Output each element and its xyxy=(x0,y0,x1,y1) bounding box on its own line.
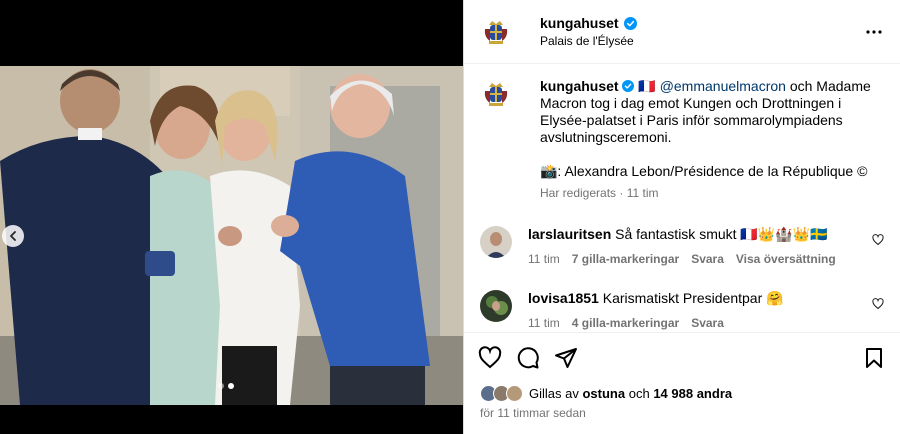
likes-count[interactable]: 14 988 andra xyxy=(653,386,732,401)
caption-flag: 🇫🇷 xyxy=(638,78,656,94)
comment-item: larslauritsen Så fantastisk smukt 🇫🇷👑🏰👑🇸… xyxy=(480,226,884,266)
post-media xyxy=(0,0,463,434)
comment-translate-button[interactable]: Visa översättning xyxy=(736,252,836,266)
post-timestamp[interactable]: för 11 timmar sedan xyxy=(464,404,900,434)
chevron-left-icon xyxy=(10,231,16,241)
comment-meta: 11 tim 4 gilla-markeringar Svara xyxy=(528,316,884,330)
comment-username[interactable]: larslauritsen xyxy=(528,226,611,242)
carousel-previous-button[interactable] xyxy=(2,225,24,247)
comment-item: lovisa1851 Karismatiskt Presidentpar 🤗 1… xyxy=(480,290,884,330)
save-button[interactable] xyxy=(862,346,886,370)
action-bar xyxy=(464,332,900,382)
more-options-button[interactable] xyxy=(862,20,886,44)
instagram-post: kungahuset Palais de l'Élysée kungahuset… xyxy=(0,0,900,434)
heart-icon xyxy=(872,234,884,246)
comment-text: Karismatiskt Presidentpar 🤗 xyxy=(602,290,784,306)
comment-meta: 11 tim 7 gilla-markeringar Svara Visa öv… xyxy=(528,252,884,266)
carousel-dot xyxy=(218,383,224,389)
user-photo-icon xyxy=(480,226,512,258)
post-caption: kungahuset 🇫🇷 @emmanuelmacron och Madame… xyxy=(480,78,884,202)
comment-button[interactable] xyxy=(516,346,540,370)
comment-like-button[interactable] xyxy=(872,234,884,249)
liker-avatar xyxy=(506,384,523,402)
likes-summary: Gillas av ostuna och 14 988 andra xyxy=(464,382,900,404)
like-button[interactable] xyxy=(478,345,502,370)
comments-section: kungahuset 🇫🇷 @emmanuelmacron och Madame… xyxy=(464,64,900,332)
comment-avatar[interactable] xyxy=(480,226,512,258)
comment-username[interactable]: lovisa1851 xyxy=(528,290,599,306)
comment-icon xyxy=(517,346,539,368)
post-sidebar: kungahuset Palais de l'Élysée kungahuset… xyxy=(463,0,900,434)
comment-avatar[interactable] xyxy=(480,290,512,322)
caption-avatar[interactable] xyxy=(480,78,512,110)
photo-illustration xyxy=(0,66,463,405)
liker-avatars[interactable] xyxy=(480,384,523,402)
carousel-dot-active xyxy=(228,383,234,389)
comment-text: Så fantastisk smukt 🇫🇷👑🏰👑🇸🇪 xyxy=(615,226,828,242)
likes-user[interactable]: ostuna xyxy=(582,386,625,401)
share-icon xyxy=(555,347,577,368)
heart-icon xyxy=(478,345,502,368)
comment-likes[interactable]: 4 gilla-markeringar xyxy=(572,316,679,330)
caption-photo-credit: 📸: Alexandra Lebon/Présidence de la Répu… xyxy=(540,163,868,179)
caption-mention-link[interactable]: @emmanuelmacron xyxy=(660,78,786,94)
account-avatar[interactable] xyxy=(480,16,512,48)
comment-reply-button[interactable]: Svara xyxy=(691,252,724,266)
verified-icon xyxy=(623,16,637,30)
comment-age[interactable]: 11 tim xyxy=(528,316,560,330)
caption-meta: Har redigerats · 11 tim xyxy=(540,186,659,200)
verified-icon xyxy=(622,80,635,92)
account-username[interactable]: kungahuset xyxy=(540,15,619,31)
caption-edited: Har redigerats xyxy=(540,186,617,200)
more-icon xyxy=(866,29,882,34)
post-header: kungahuset Palais de l'Élysée xyxy=(464,0,900,64)
comment-age[interactable]: 11 tim xyxy=(528,252,560,266)
post-photo[interactable] xyxy=(0,66,463,405)
likes-prefix: Gillas av xyxy=(529,385,579,401)
comment-like-button[interactable] xyxy=(872,298,884,313)
user-photo-icon xyxy=(480,290,512,322)
post-location[interactable]: Palais de l'Élysée xyxy=(540,34,862,48)
comment-likes[interactable]: 7 gilla-markeringar xyxy=(572,252,679,266)
royal-crest-icon xyxy=(484,20,508,44)
heart-icon xyxy=(872,298,884,310)
royal-crest-icon xyxy=(484,83,508,106)
share-button[interactable] xyxy=(554,346,578,370)
caption-username[interactable]: kungahuset xyxy=(540,78,619,94)
save-icon xyxy=(866,347,882,368)
carousel-indicator xyxy=(218,383,234,389)
caption-body: kungahuset 🇫🇷 @emmanuelmacron och Madame… xyxy=(540,78,884,202)
likes-and: och xyxy=(628,385,650,401)
comment-reply-button[interactable]: Svara xyxy=(691,316,724,330)
caption-age[interactable]: 11 tim xyxy=(627,186,659,200)
